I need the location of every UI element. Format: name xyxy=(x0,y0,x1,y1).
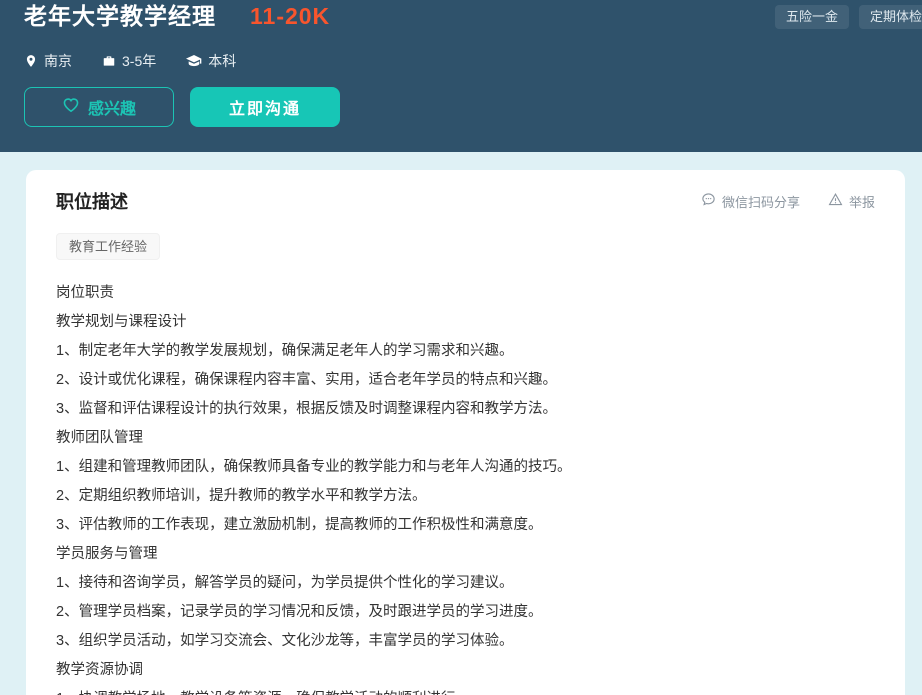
meta-education-label: 本科 xyxy=(208,51,236,71)
job-detail-page: 老年大学教学经理 11-20K 五险一金 定期体检 南京 3-5年 xyxy=(0,0,922,695)
wechat-share-link[interactable]: 微信扫码分享 xyxy=(701,192,800,211)
meta-location: 南京 xyxy=(24,51,72,71)
interested-button[interactable]: 感兴趣 xyxy=(24,87,174,127)
benefit-tag: 五险一金 xyxy=(775,5,849,29)
description-line: 2、管理学员档案，记录学员的学习情况和反馈，及时跟进学员的学习进度。 xyxy=(56,598,875,627)
section-title: 职位描述 xyxy=(56,188,128,214)
benefit-tag: 定期体检 xyxy=(859,5,922,29)
job-description-text: 岗位职责 教学规划与课程设计 1、制定老年大学的教学发展规划，确保满足老年人的学… xyxy=(56,279,875,695)
wechat-share-label: 微信扫码分享 xyxy=(722,192,800,211)
description-line: 1、组建和管理教师团队，确保教师具备专业的教学能力和与老年人沟通的技巧。 xyxy=(56,453,875,482)
report-label: 举报 xyxy=(849,192,875,211)
chat-now-button-label: 立即沟通 xyxy=(229,95,301,119)
job-description-card: 职位描述 微信扫码分享 举报 教育工作经验 岗位职责 xyxy=(26,170,905,695)
description-line: 3、监督和评估课程设计的执行效果，根据反馈及时调整课程内容和教学方法。 xyxy=(56,395,875,424)
meta-experience-label: 3-5年 xyxy=(122,51,156,71)
description-line: 岗位职责 xyxy=(56,279,875,308)
chat-now-button[interactable]: 立即沟通 xyxy=(190,87,340,127)
description-line: 1、协调教学场地、教学设备等资源，确保教学活动的顺利进行。 xyxy=(56,685,875,695)
job-meta-row: 南京 3-5年 本科 xyxy=(0,31,922,71)
briefcase-icon xyxy=(102,54,116,68)
description-line: 3、评估教师的工作表现，建立激励机制，提高教师的工作积极性和满意度。 xyxy=(56,511,875,540)
benefit-tags: 五险一金 定期体检 xyxy=(775,5,922,29)
heart-icon xyxy=(62,97,80,118)
card-actions: 微信扫码分享 举报 xyxy=(701,192,875,211)
keyword-tag: 教育工作经验 xyxy=(56,233,160,260)
meta-location-label: 南京 xyxy=(44,51,72,71)
job-header: 老年大学教学经理 11-20K 五险一金 定期体检 南京 3-5年 xyxy=(0,0,922,152)
location-pin-icon xyxy=(24,54,38,68)
card-head: 职位描述 微信扫码分享 举报 xyxy=(56,188,875,214)
description-line: 教师团队管理 xyxy=(56,424,875,453)
graduation-cap-icon xyxy=(186,54,202,68)
keyword-tags: 教育工作经验 xyxy=(56,233,875,260)
report-link[interactable]: 举报 xyxy=(828,192,875,211)
description-line: 教学规划与课程设计 xyxy=(56,308,875,337)
description-line: 学员服务与管理 xyxy=(56,540,875,569)
description-line: 1、接待和咨询学员，解答学员的疑问，为学员提供个性化的学习建议。 xyxy=(56,569,875,598)
description-line: 1、制定老年大学的教学发展规划，确保满足老年人的学习需求和兴趣。 xyxy=(56,337,875,366)
interested-button-label: 感兴趣 xyxy=(88,95,136,119)
action-buttons: 感兴趣 立即沟通 xyxy=(0,71,922,127)
description-line: 2、定期组织教师培训，提升教师的教学水平和教学方法。 xyxy=(56,482,875,511)
job-salary: 11-20K xyxy=(250,3,330,30)
description-line: 2、设计或优化课程，确保课程内容丰富、实用，适合老年学员的特点和兴趣。 xyxy=(56,366,875,395)
description-line: 3、组织学员活动，如学习交流会、文化沙龙等，丰富学员的学习体验。 xyxy=(56,627,875,656)
description-line: 教学资源协调 xyxy=(56,656,875,685)
meta-experience: 3-5年 xyxy=(102,51,156,71)
chat-bubble-icon xyxy=(701,192,716,210)
meta-education: 本科 xyxy=(186,51,236,71)
warning-triangle-icon xyxy=(828,192,843,210)
job-title: 老年大学教学经理 xyxy=(24,1,216,31)
